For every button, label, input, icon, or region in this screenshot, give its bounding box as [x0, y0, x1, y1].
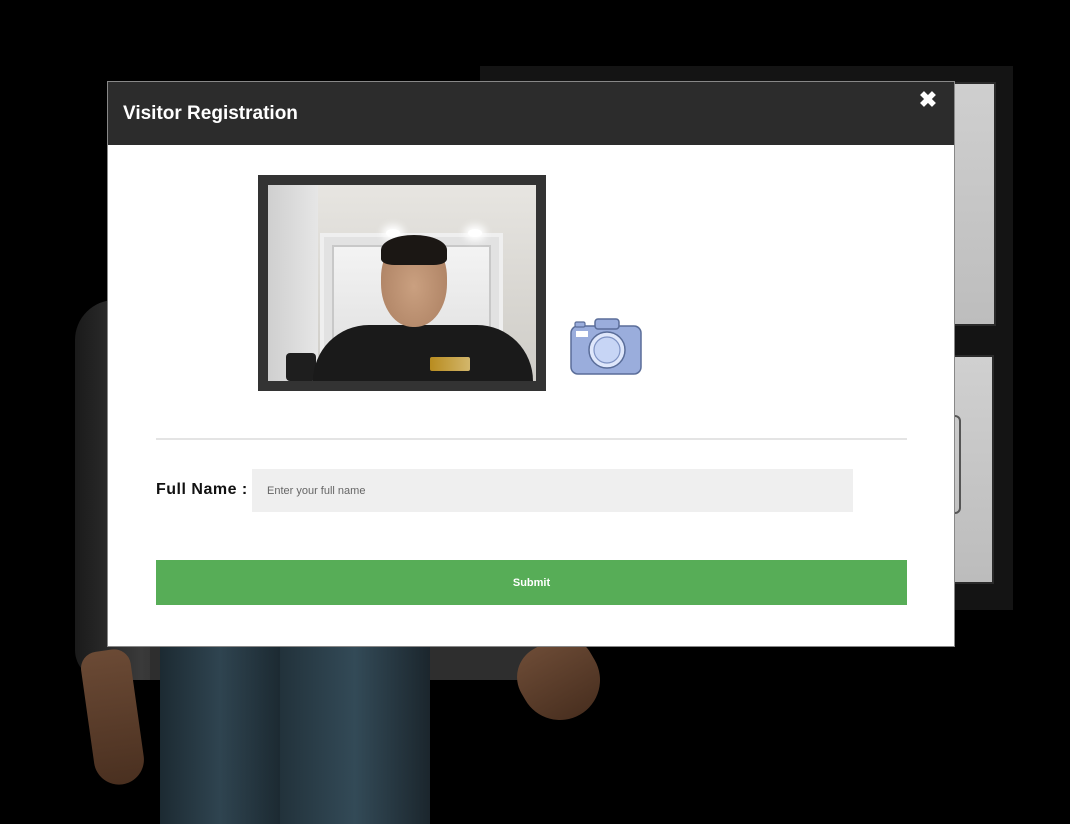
close-icon: ✖	[918, 87, 938, 112]
capture-photo-button[interactable]	[569, 318, 643, 376]
avatar-leg-left	[160, 640, 280, 824]
form-divider	[156, 438, 907, 440]
submit-button[interactable]: Submit	[156, 560, 907, 605]
webcam-video	[268, 185, 536, 381]
full-name-input[interactable]	[252, 469, 853, 512]
visitor-registration-dialog: Visitor Registration ✖ Full Name : Enter…	[107, 81, 955, 647]
close-button[interactable]: ✖	[916, 88, 940, 112]
camera-icon	[570, 318, 642, 375]
dialog-title: Visitor Registration	[123, 103, 298, 124]
dialog-header: Visitor Registration ✖	[108, 82, 954, 145]
avatar-leg-right	[280, 640, 430, 824]
webcam-preview	[258, 175, 546, 391]
full-name-label: Full Name :	[156, 481, 248, 498]
